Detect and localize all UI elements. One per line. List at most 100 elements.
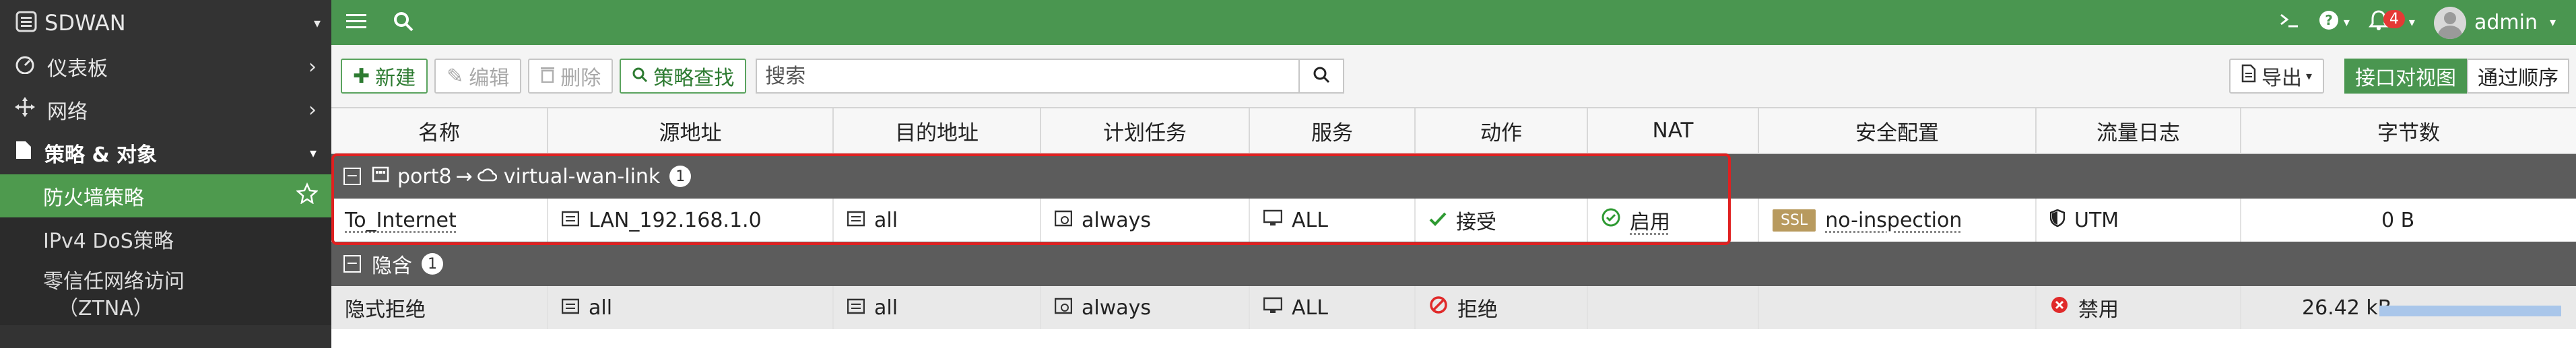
service-icon <box>1263 209 1283 232</box>
sidebar-item-label: IPv4 DoS策略 <box>43 230 174 253</box>
sidebar-item-dashboard[interactable]: 仪表板 › <box>0 45 331 88</box>
policy-table: 名称 源地址 目的地址 计划任务 服务 动作 NAT 安全配置 流量日志 字节数… <box>331 107 2576 329</box>
avatar <box>2433 6 2466 39</box>
user-menu[interactable]: admin ▾ <box>2433 6 2556 39</box>
sidebar-item-policy-objects[interactable]: 策略 & 对象 ▾ <box>0 131 331 174</box>
delete-button-label: 删除 <box>560 67 601 90</box>
chevron-down-icon: ▾ <box>2408 15 2415 30</box>
interface-pair-view-button[interactable]: 接口对视图 <box>2344 59 2467 94</box>
policy-lookup-button[interactable]: 策略查找 <box>620 59 747 94</box>
table-row[interactable]: 隐式拒绝 all all always ALL 拒绝 禁用 26.42 kB <box>331 286 2576 329</box>
chevron-right-icon: › <box>308 98 317 122</box>
log-setting: 禁用 <box>2078 298 2119 322</box>
group-title: 隐含 <box>372 254 412 278</box>
ssl-inspection-profile[interactable]: no-inspection <box>1825 209 1962 232</box>
service[interactable]: ALL <box>1292 209 1328 232</box>
action: 接受 <box>1456 211 1496 234</box>
help-menu[interactable]: ? ▾ <box>2318 9 2350 36</box>
export-label: 导出 <box>2261 67 2302 90</box>
top-bar: ? ▾ 4 ▾ admin ▾ <box>331 0 2576 45</box>
sidebar-item-ztna[interactable]: 零信任网络访问 （ZTNA） <box>0 260 331 325</box>
menu-icon[interactable] <box>346 13 366 33</box>
byte-count: 0 B <box>2381 208 2415 232</box>
star-icon[interactable] <box>296 182 319 209</box>
sidebar-item-dos-policy[interactable]: IPv4 DoS策略 <box>0 217 331 260</box>
search-input[interactable] <box>756 59 1300 94</box>
schedule[interactable]: always <box>1082 296 1151 320</box>
service[interactable]: ALL <box>1292 296 1328 320</box>
export-button[interactable]: 导出 ▾ <box>2228 59 2324 94</box>
check-icon <box>1429 209 1447 232</box>
column-header[interactable]: NAT <box>1588 108 1759 153</box>
sidebar-item-firewall-policy[interactable]: 防火墙策略 <box>0 174 331 217</box>
policy-name: 隐式拒绝 <box>345 298 426 322</box>
sidebar-item-label: 仪表板 <box>47 57 108 81</box>
pencil-icon: ✎ <box>447 64 464 88</box>
policy-name[interactable]: To_Internet <box>345 209 457 232</box>
group-arrow: → <box>455 164 473 188</box>
policy-lookup-label: 策略查找 <box>653 67 735 90</box>
schedule-icon <box>1054 296 1073 320</box>
search-icon[interactable] <box>393 11 414 34</box>
sdwan-cloud-icon <box>477 165 497 188</box>
chevron-down-icon: ▾ <box>2343 15 2350 30</box>
policy-group-header[interactable]: − 隐含 1 <box>331 242 2576 286</box>
schedule-icon <box>1054 209 1073 232</box>
export-file-icon <box>2241 64 2256 88</box>
bytes-usage-bar <box>2379 306 2561 316</box>
toolbar: ✚ 新建 ✎ 编辑 删除 策略查找 导出 ▾ <box>331 45 2576 107</box>
schedule[interactable]: always <box>1082 209 1151 232</box>
group-destination-interface: virtual-wan-link <box>503 164 661 188</box>
fortigate-icon <box>15 10 38 36</box>
check-circle-icon <box>1601 208 1620 232</box>
column-header[interactable]: 目的地址 <box>834 108 1041 153</box>
destination-address[interactable]: all <box>874 209 898 232</box>
ssl-badge: SSL <box>1773 209 1816 232</box>
disabled-x-icon <box>2050 295 2069 320</box>
collapse-icon[interactable]: − <box>343 168 361 185</box>
trash-icon <box>540 65 555 88</box>
notifications-menu[interactable]: 4 ▾ <box>2368 9 2415 36</box>
username: admin <box>2474 11 2538 34</box>
delete-button[interactable]: 删除 <box>528 59 614 94</box>
collapse-icon[interactable]: − <box>343 255 361 273</box>
sidebar-item-label: 防火墙策略 <box>43 186 144 210</box>
notification-count-badge: 4 <box>2383 10 2405 28</box>
policy-group-header[interactable]: − port8 → virtual-wan-link 1 <box>331 154 2576 199</box>
column-header[interactable]: 名称 <box>331 108 548 153</box>
address-object-icon <box>847 209 865 232</box>
chevron-down-icon: ▾ <box>313 14 321 31</box>
column-header[interactable]: 安全配置 <box>1759 108 2037 153</box>
column-header[interactable]: 动作 <box>1416 108 1588 153</box>
column-header[interactable]: 字节数 <box>2241 108 2576 153</box>
chevron-down-icon: ▾ <box>309 145 317 161</box>
source-address[interactable]: LAN_192.168.1.0 <box>589 209 762 232</box>
sidebar-item-label: 策略 & 对象 <box>44 143 158 167</box>
plus-icon: ✚ <box>353 64 370 88</box>
column-header[interactable]: 源地址 <box>548 108 834 153</box>
new-button[interactable]: ✚ 新建 <box>341 59 428 94</box>
shield-icon <box>2049 209 2066 232</box>
network-icon <box>15 97 35 123</box>
destination-address[interactable]: all <box>874 296 898 320</box>
column-header[interactable]: 服务 <box>1250 108 1416 153</box>
app-switcher[interactable]: SDWAN ▾ <box>0 0 331 45</box>
cli-console-icon[interactable] <box>2279 11 2299 34</box>
sequence-view-button[interactable]: 通过顺序 <box>2467 59 2569 94</box>
table-row[interactable]: To_Internet LAN_192.168.1.0 all always A… <box>331 199 2576 242</box>
document-icon <box>15 140 32 166</box>
action: 拒绝 <box>1457 298 1498 322</box>
address-object-icon <box>561 209 580 232</box>
column-header[interactable]: 流量日志 <box>2037 108 2241 153</box>
table-header: 名称 源地址 目的地址 计划任务 服务 动作 NAT 安全配置 流量日志 字节数 <box>331 107 2576 154</box>
chevron-right-icon: › <box>308 55 317 79</box>
search-submit-button[interactable] <box>1300 59 1345 94</box>
column-header[interactable]: 计划任务 <box>1041 108 1250 153</box>
source-address[interactable]: all <box>589 296 612 320</box>
sidebar-item-label: 零信任网络访问 <box>43 270 185 293</box>
service-icon <box>1263 296 1283 320</box>
address-object-icon <box>847 296 865 320</box>
sidebar-item-network[interactable]: 网络 › <box>0 88 331 131</box>
edit-button[interactable]: ✎ 编辑 <box>434 59 522 94</box>
sidebar: SDWAN ▾ 仪表板 › 网络 › 策略 & 对象 ▾ 防火墙策略 IPv4 … <box>0 0 331 348</box>
